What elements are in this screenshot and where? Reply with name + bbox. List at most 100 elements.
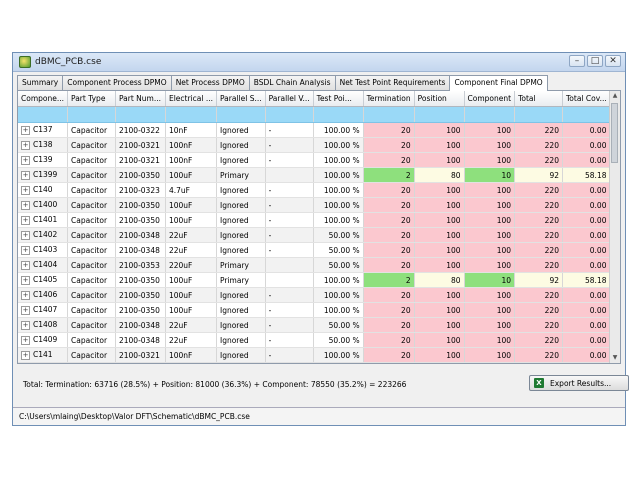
cell-tp: 50.00 % [313,242,364,258]
table-row[interactable]: + C137 Capacitor 2100-0322 10nF Ignored -100.0… [18,122,620,138]
filter-cell[interactable] [18,106,69,123]
cell-pos: 100 [414,242,465,258]
minimize-button[interactable]: – [569,55,585,67]
column-header[interactable]: Termination [363,91,415,107]
title-bar[interactable]: dBMC_PCB.cse – □ ✕ [13,53,625,72]
filter-cell[interactable] [67,106,116,123]
scroll-up-icon[interactable]: ▲ [610,91,620,101]
table-row[interactable]: + C138 Capacitor 2100-0321 100nF Ignored -100.… [18,137,620,153]
cell-type: Capacitor [67,317,116,333]
column-header[interactable]: Part Type [67,91,116,107]
filter-cell[interactable] [313,106,364,123]
scroll-thumb[interactable] [611,103,618,163]
expand-icon[interactable]: + [21,335,30,345]
expand-icon[interactable]: + [21,185,30,195]
cell-elec: 100uF [165,272,217,288]
expand-icon[interactable]: + [21,125,30,135]
cell-type: Capacitor [67,212,116,228]
cell-pn: 2100-0350 [115,212,166,228]
filter-row[interactable] [18,106,620,123]
close-button[interactable]: ✕ [605,55,621,67]
table-row[interactable]: + C1408 Capacitor 2100-0348 22uF Ignored -50.0… [18,317,620,333]
expand-icon[interactable]: + [21,170,30,180]
expand-icon[interactable]: + [21,260,30,270]
cell-comp: 100 [464,122,516,138]
tab-net-process-dpmo[interactable]: Net Process DPMO [170,75,250,90]
filter-cell[interactable] [414,106,465,123]
expand-icon[interactable]: + [21,215,30,225]
table-row[interactable]: + C1401 Capacitor 2100-0350 100uF Ignored -100… [18,212,620,228]
cell-ps: Primary [216,257,266,273]
cell-ref: + C1405 [18,272,69,288]
scroll-down-icon[interactable]: ▼ [610,353,620,363]
table-row[interactable]: + C1402 Capacitor 2100-0348 22uF Ignored -50.0… [18,227,620,243]
cell-term: 20 [363,287,415,303]
expand-icon[interactable]: + [21,200,30,210]
tab-net-test-point-requirements[interactable]: Net Test Point Requirements [334,75,451,90]
cell-tp: 50.00 % [313,332,364,348]
cell-type: Capacitor [67,242,116,258]
column-header[interactable]: Parallel V... [265,91,314,107]
cell-pn: 2100-0350 [115,272,166,288]
tab-summary[interactable]: Summary [17,75,64,90]
cell-pn: 2100-0348 [115,227,166,243]
tab-component-process-dpmo[interactable]: Component Process DPMO [62,75,172,90]
cell-tp: 100.00 % [313,287,364,303]
expand-icon[interactable]: + [21,350,30,360]
filter-cell[interactable] [216,106,266,123]
expand-icon[interactable]: + [21,290,30,300]
expand-icon[interactable]: + [21,275,30,285]
table-row[interactable]: + C1400 Capacitor 2100-0350 100uF Ignored -100… [18,197,620,213]
cell-ps: Ignored [216,317,266,333]
cell-tp: 50.00 % [313,257,364,273]
tab-component-final-dpmo[interactable]: Component Final DPMO [449,75,548,91]
cell-pos: 100 [414,212,465,228]
column-header[interactable]: Electrical ... [165,91,217,107]
table-row[interactable]: + C139 Capacitor 2100-0321 100nF Ignored -100.… [18,152,620,168]
table-row[interactable]: + C141 Capacitor 2100-0321 100nF Ignored -100.… [18,347,620,363]
expand-icon[interactable]: + [21,320,30,330]
cell-tp: 100.00 % [313,182,364,198]
vertical-scrollbar[interactable]: ▲ ▼ [609,91,620,363]
filter-cell[interactable] [165,106,217,123]
table-row[interactable]: + C1406 Capacitor 2100-0350 100uF Ignored -100… [18,287,620,303]
filter-cell[interactable] [265,106,314,123]
component-ref: C140 [33,185,53,195]
cell-pv: - [265,182,314,198]
column-header[interactable]: Test Poi... [313,91,364,107]
column-header[interactable]: Compone... [18,91,69,107]
filter-cell[interactable] [514,106,563,123]
results-table: Compone... Part Type Part Num... Electrical… [18,91,620,363]
column-header[interactable]: Position [414,91,465,107]
filter-cell[interactable] [363,106,415,123]
expand-icon[interactable]: + [21,155,30,165]
table-row[interactable]: + C1404 Capacitor 2100-0353 220uF Primary 50.0… [18,257,620,273]
cell-pv: - [265,347,314,363]
expand-icon[interactable]: + [21,245,30,255]
expand-icon[interactable]: + [21,230,30,240]
cell-ref: + C138 [18,137,69,153]
cell-ps: Ignored [216,242,266,258]
export-results-button[interactable]: X Export Results... [529,375,629,391]
table-row[interactable]: + C1405 Capacitor 2100-0350 100uF Primary 100.… [18,272,620,288]
cell-ref: + C1400 [18,197,69,213]
expand-icon[interactable]: + [21,140,30,150]
table-row[interactable]: + C1403 Capacitor 2100-0348 22uF Ignored -50.0… [18,242,620,258]
column-header[interactable]: Total [514,91,563,107]
tab-bsdl-chain-analysis[interactable]: BSDL Chain Analysis [248,75,336,90]
table-row[interactable]: + C1409 Capacitor 2100-0348 22uF Ignored -50.0… [18,332,620,348]
expand-icon[interactable]: + [21,305,30,315]
cell-ref: + C141 [18,347,69,363]
table-row[interactable]: + C1407 Capacitor 2100-0350 100uF Ignored -100… [18,302,620,318]
table-row[interactable]: + C1399 Capacitor 2100-0350 100uF Primary 100.… [18,167,620,183]
filter-cell[interactable] [464,106,516,123]
cell-pn: 2100-0321 [115,137,166,153]
column-header[interactable]: Component [464,91,516,107]
cell-ps: Ignored [216,122,266,138]
filter-cell[interactable] [115,106,166,123]
table-row[interactable]: + C140 Capacitor 2100-0323 4.7uF Ignored -100.… [18,182,620,198]
maximize-button[interactable]: □ [587,55,603,67]
cell-term: 2 [363,272,415,288]
column-header[interactable]: Parallel S... [216,91,266,107]
column-header[interactable]: Part Num... [115,91,166,107]
